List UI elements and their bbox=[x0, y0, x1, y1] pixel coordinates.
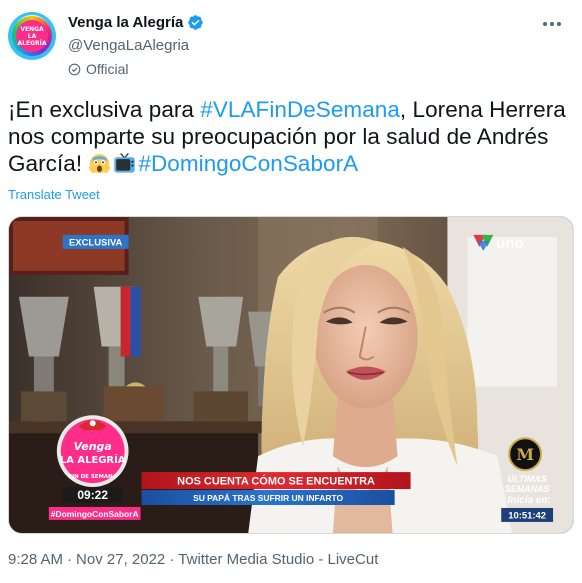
tweet-source-link[interactable]: Twitter Media Studio - LiveCut bbox=[178, 551, 378, 568]
display-name[interactable]: Venga la Alegría bbox=[68, 14, 183, 31]
more-dot-icon bbox=[543, 22, 547, 26]
show-logo-text-2: LA ALEGRÍA bbox=[60, 453, 126, 466]
tweet-text: ¡En exclusiva para #VLAFinDeSemana, Lore… bbox=[8, 96, 574, 177]
lower-third-headline: NOS CUENTA CÓMO SE ENCUENTRA bbox=[177, 475, 375, 488]
avatar-logo: VENGA LA ALEGRÍA bbox=[16, 20, 48, 52]
exclusive-badge: EXCLUSIVA bbox=[69, 237, 123, 248]
show-clock: 09:22 bbox=[77, 488, 108, 502]
official-check-icon bbox=[68, 63, 81, 75]
next-show-line-2: SEMANAS bbox=[505, 484, 550, 494]
tweet-timestamp-link[interactable]: 9:28 AM bbox=[8, 551, 63, 568]
video-frame: EXCLUSIVA uno Venga LA ALEGRÍA FIN DE SE… bbox=[9, 217, 573, 533]
meta-separator: · bbox=[169, 551, 175, 568]
hashtag-link[interactable]: #DomingoConSaborA bbox=[138, 151, 358, 176]
next-show-line-3: Inicia en: bbox=[508, 495, 551, 506]
tweet-meta: 9:28 AM · Nov 27, 2022 · Twitter Media Studi… bbox=[8, 551, 378, 568]
svg-text:M: M bbox=[516, 445, 534, 464]
avatar-ring: VENGA LA ALEGRÍA bbox=[12, 16, 52, 56]
more-dot-icon bbox=[557, 22, 561, 26]
verified-badge-icon bbox=[188, 15, 204, 30]
lower-third-subline: SU PAPÁ TRAS SUFRIR UN INFARTO bbox=[193, 493, 343, 503]
television-emoji-icon bbox=[114, 153, 136, 173]
meta-separator: · bbox=[67, 551, 73, 568]
avatar-logo-text-1: VENGA bbox=[20, 25, 44, 33]
tweet-text-part: ¡En exclusiva para bbox=[8, 97, 201, 122]
next-show-line-1: ÚLTIMAS bbox=[508, 473, 547, 484]
channel-name: uno bbox=[496, 235, 523, 252]
more-options-button[interactable] bbox=[540, 14, 564, 34]
screaming-face-emoji-icon bbox=[89, 154, 111, 174]
show-logo-text-1: Venga bbox=[74, 440, 112, 453]
avatar[interactable]: VENGA LA ALEGRÍA bbox=[8, 12, 56, 60]
official-label-row: Official bbox=[68, 61, 129, 77]
avatar-logo-text-2: LA ALEGRÍA bbox=[17, 32, 47, 47]
next-show-timer: 10:51:42 bbox=[508, 510, 546, 521]
hashtag-link[interactable]: #VLAFinDeSemana bbox=[200, 97, 400, 122]
tweet-date-link[interactable]: Nov 27, 2022 bbox=[76, 551, 165, 568]
show-hashtag: #DomingoConSaborA bbox=[51, 509, 139, 519]
translate-tweet-link[interactable]: Translate Tweet bbox=[8, 187, 100, 202]
author-name-row: Venga la Alegría bbox=[68, 14, 204, 31]
show-logo-subtitle: FIN DE SEMANA bbox=[68, 474, 117, 480]
account-handle[interactable]: @VengaLaAlegria bbox=[68, 37, 189, 54]
more-dot-icon bbox=[550, 22, 554, 26]
tweet-media-video[interactable]: EXCLUSIVA uno Venga LA ALEGRÍA FIN DE SE… bbox=[8, 216, 574, 534]
official-label: Official bbox=[86, 61, 129, 77]
